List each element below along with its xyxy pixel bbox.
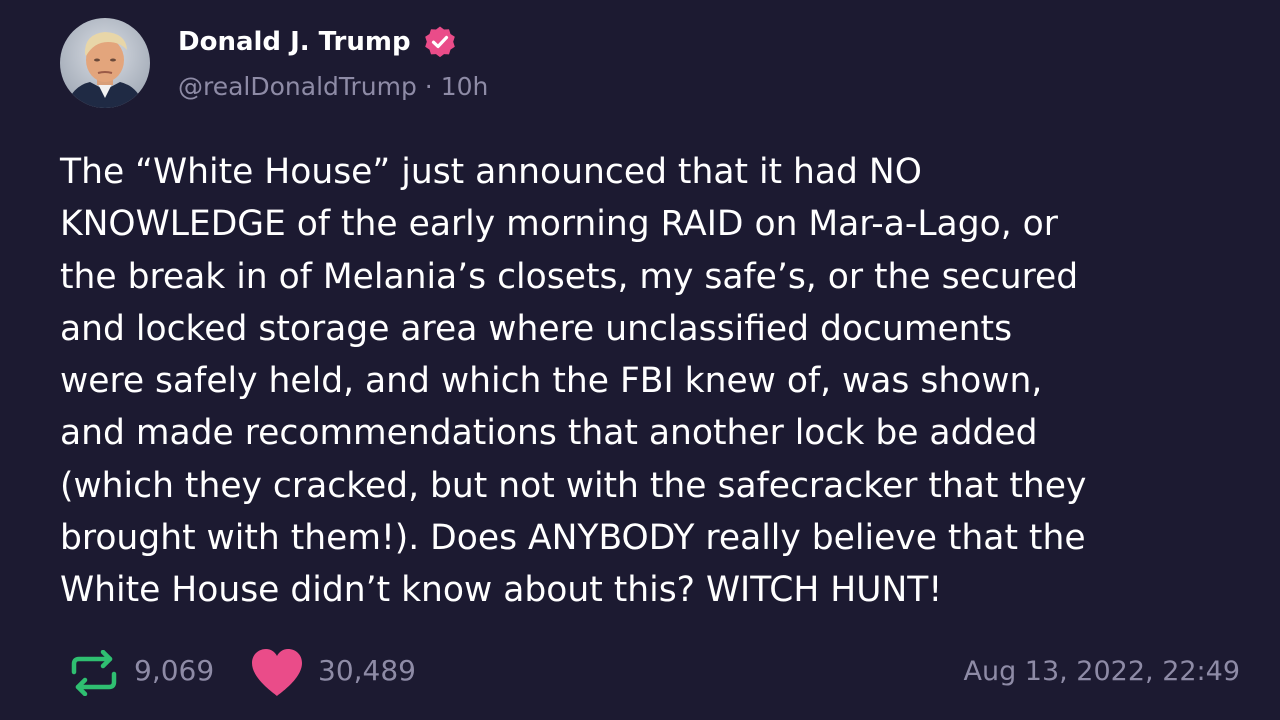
post-body: The “White House” just announced that it… bbox=[60, 146, 1250, 617]
like-button[interactable] bbox=[248, 646, 306, 700]
author-display-name[interactable]: Donald J. Trump bbox=[178, 27, 411, 57]
author-handle[interactable]: @realDonaldTrump bbox=[178, 72, 417, 101]
post-text-line: KNOWLEDGE of the early morning RAID on M… bbox=[60, 204, 1058, 245]
post-text-line: brought with them!). Does ANYBODY really… bbox=[60, 518, 1086, 559]
meta-separator: · bbox=[424, 72, 433, 101]
heart-icon bbox=[252, 649, 302, 696]
post-time-ago[interactable]: 10h bbox=[441, 72, 489, 101]
post-text-line: White House didn’t know about this? WITC… bbox=[60, 570, 943, 611]
author-meta: @realDonaldTrump · 10h bbox=[178, 72, 488, 101]
repost-button[interactable] bbox=[66, 649, 122, 697]
post-text-line: and made recommendations that another lo… bbox=[60, 413, 1038, 454]
repost-icon bbox=[71, 649, 117, 697]
post-text-line: and locked storage area where unclassifi… bbox=[60, 308, 1013, 349]
post-text-line: The “White House” just announced that it… bbox=[60, 152, 922, 192]
post-text-line: were safely held, and which the FBI knew… bbox=[60, 361, 1043, 402]
post-timestamp[interactable]: Aug 13, 2022, 22:49 bbox=[963, 656, 1240, 687]
post-text-line: (which they cracked, but not with the sa… bbox=[60, 465, 1087, 506]
like-count: 30,489 bbox=[318, 654, 416, 687]
repost-count: 9,069 bbox=[134, 654, 215, 687]
post-text-line: the break in of Melania’s closets, my sa… bbox=[60, 256, 1079, 297]
verified-badge-icon bbox=[423, 25, 457, 59]
post-card: Donald J. Trump @realDonaldTrump · 10h T… bbox=[0, 0, 1280, 720]
avatar-portrait-icon bbox=[60, 18, 150, 108]
author-avatar[interactable] bbox=[60, 18, 150, 108]
post-footer: 9,069 30,489 Aug 13, 2022, 22:49 bbox=[0, 640, 1280, 704]
author-name-row: Donald J. Trump bbox=[178, 24, 457, 60]
